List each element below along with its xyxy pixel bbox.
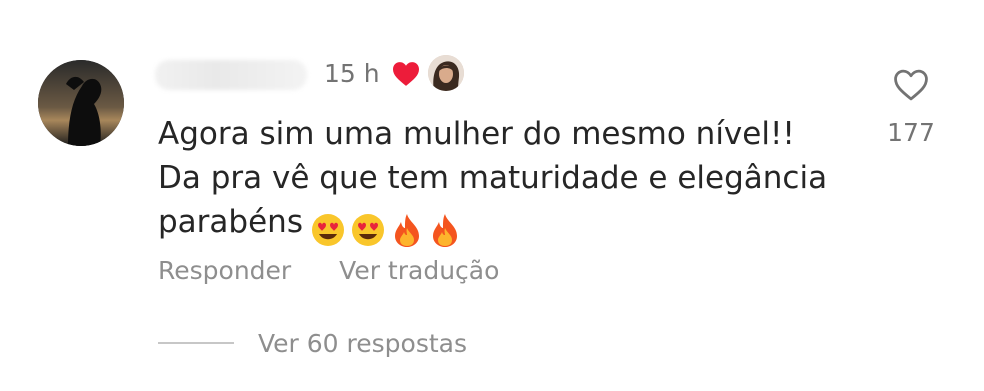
comment-item: 15 h Agora sim uma mulher do mesmo nível… [0, 0, 984, 391]
replies-divider [158, 342, 234, 344]
commenter-username-redacted[interactable] [155, 60, 307, 90]
comment-text: Agora sim uma mulher do mesmo nível!! Da… [158, 112, 878, 250]
heart-outline-icon[interactable] [892, 68, 930, 102]
comment-actions: Responder Ver tradução [158, 254, 499, 288]
author-liked-heart-icon [393, 62, 419, 86]
comment-text-line: Agora sim uma mulher do mesmo nível!! [158, 116, 795, 152]
emoji-group [309, 206, 465, 250]
like-count: 177 [887, 118, 935, 147]
comment-text-line: Da pra vê que tem maturidade e elegância [158, 160, 828, 196]
comment-text-line-with-emojis: parabéns [158, 200, 878, 250]
view-replies-button[interactable]: Ver 60 respostas [158, 326, 467, 360]
comment-text-word: parabéns [158, 204, 303, 240]
reply-button[interactable]: Responder [158, 254, 291, 288]
comment-timestamp: 15 h [324, 59, 380, 88]
fire-emoji-icon [432, 213, 457, 247]
heart-eyes-emoji-icon [311, 213, 344, 246]
heart-eyes-emoji-icon [351, 213, 384, 246]
see-translation-button[interactable]: Ver tradução [339, 254, 499, 288]
commenter-avatar[interactable] [38, 60, 124, 146]
post-author-avatar [428, 55, 464, 91]
view-replies-label: Ver 60 respostas [258, 328, 467, 358]
like-column: 177 [884, 68, 938, 148]
fire-emoji-icon [394, 213, 419, 247]
